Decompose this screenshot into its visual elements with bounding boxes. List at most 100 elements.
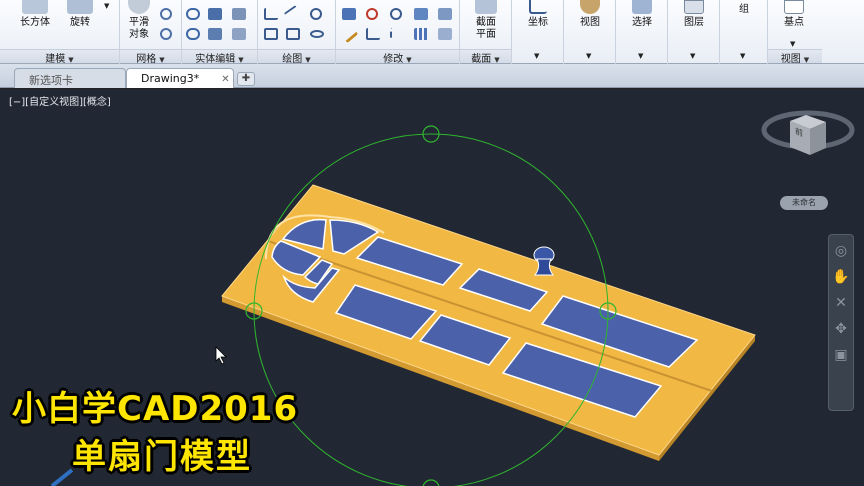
steering-wheel-icon[interactable]: ◎ xyxy=(831,241,851,261)
ucs-icon xyxy=(529,0,547,14)
move-icon[interactable] xyxy=(342,8,356,20)
view-label: 视图 xyxy=(580,17,600,28)
explode-icon[interactable] xyxy=(438,28,452,40)
navigation-bar: ◎ ✋ ✕ ✥ ▣ xyxy=(828,234,854,411)
scale-icon[interactable] xyxy=(438,8,452,20)
view-icon xyxy=(580,0,600,14)
revolve-label: 旋转 xyxy=(70,17,90,28)
wcs-menu[interactable]: 未命名 xyxy=(780,196,828,210)
rotate-icon[interactable] xyxy=(390,8,402,20)
chevron-down-icon: ▼ xyxy=(803,56,810,64)
smooth-label: 平滑 xyxy=(129,17,149,28)
panel-title-mesh[interactable]: 网格 ▼ xyxy=(120,49,181,65)
panel-section: 截面 平面 截面 ▼ xyxy=(460,0,512,65)
panel-title-modify[interactable]: 修改 ▼ xyxy=(336,49,459,65)
layers-icon xyxy=(684,0,704,14)
panel-title-solid-editing[interactable]: 实体编辑 ▼ xyxy=(182,49,257,65)
subtract-icon[interactable] xyxy=(186,28,200,40)
zoom-icon[interactable]: ✕ xyxy=(831,293,851,313)
chevron-down-icon: ▼ xyxy=(494,56,500,64)
base-point-button[interactable]: 基点 xyxy=(776,0,812,29)
coordinates-dropdown-arrow[interactable]: ▼ xyxy=(534,52,539,60)
panel-title-draw[interactable]: 绘图 ▼ xyxy=(258,49,335,65)
panel-modeling: 长方体 旋转 ▼ 建模 ▼ xyxy=(0,0,120,65)
panel-select: 选择 ▼ xyxy=(616,0,668,64)
drawing-viewport[interactable]: [−][自定义视图][概念] 前 未命名 ◎ ✋ ✕ ✥ ▣ 小白学CAD201… xyxy=(0,89,864,486)
box-label: 长方体 xyxy=(20,17,50,28)
showmotion-icon[interactable]: ▣ xyxy=(831,345,851,365)
chevron-down-icon: ▼ xyxy=(406,56,412,64)
section-label: 截面 xyxy=(476,17,496,28)
polyline-icon[interactable] xyxy=(264,8,278,20)
smooth-mesh-icon xyxy=(128,0,150,14)
object-label: 对象 xyxy=(129,29,149,40)
polygon-icon[interactable] xyxy=(264,28,278,40)
select-icon xyxy=(632,0,652,14)
line-icon[interactable] xyxy=(283,5,303,23)
shell-icon[interactable] xyxy=(208,28,222,40)
video-caption-subtitle: 单扇门模型 xyxy=(72,437,252,477)
panel-title-modeling[interactable]: 建模 ▼ xyxy=(0,49,119,65)
select-button[interactable]: 选择 xyxy=(624,0,660,29)
extract-edges-icon[interactable] xyxy=(208,8,222,20)
panel-title-section[interactable]: 截面 ▼ xyxy=(460,49,511,65)
panel-view: 基点 ▼ 视图 ▼ xyxy=(768,0,822,65)
chevron-down-icon: ▼ xyxy=(159,56,165,64)
layers-dropdown-arrow[interactable]: ▼ xyxy=(690,52,695,60)
base-point-label: 基点 xyxy=(784,17,804,28)
section-plane-button[interactable]: 截面 平面 xyxy=(468,0,504,41)
panel-title-view[interactable]: 视图 ▼ xyxy=(768,49,822,65)
video-caption-title: 小白学CAD2016 xyxy=(12,389,299,429)
pan-icon[interactable]: ✋ xyxy=(831,267,851,287)
slice-icon[interactable] xyxy=(232,8,246,20)
edit-icon[interactable] xyxy=(339,24,359,44)
align-icon[interactable] xyxy=(366,28,380,40)
select-dropdown-arrow[interactable]: ▼ xyxy=(638,52,643,60)
mirror-icon[interactable] xyxy=(390,28,404,40)
close-icon[interactable]: ✕ xyxy=(221,74,229,85)
group-dropdown-arrow[interactable]: ▼ xyxy=(740,52,745,60)
orbit-icon[interactable]: ✥ xyxy=(831,319,851,339)
view-dropdown-arrow[interactable]: ▼ xyxy=(586,52,591,60)
3d-rotate-icon[interactable] xyxy=(366,8,378,20)
panel-layers: 图层 ▼ xyxy=(668,0,720,64)
ellipse-icon[interactable] xyxy=(310,30,324,38)
rectangle-icon[interactable] xyxy=(286,28,300,40)
layers-button[interactable]: 图层 xyxy=(676,0,712,29)
mesh-tool-icon[interactable] xyxy=(160,8,172,20)
revolve-icon xyxy=(67,0,93,14)
interfere-icon[interactable] xyxy=(232,28,246,40)
plane-label: 平面 xyxy=(476,29,496,40)
smooth-object-button[interactable]: 平滑 对象 xyxy=(124,0,154,41)
panel-view-btn: 视图 ▼ xyxy=(564,0,616,64)
chevron-down-icon: ▼ xyxy=(238,56,244,64)
chevron-down-icon: ▼ xyxy=(68,56,74,64)
panel-solid-editing: 实体编辑 ▼ xyxy=(182,0,258,65)
tab-drawing3[interactable]: Drawing3* ✕ xyxy=(126,68,234,88)
modeling-more-arrow[interactable]: ▼ xyxy=(104,2,109,10)
array-icon[interactable] xyxy=(414,28,428,40)
coordinates-label: 坐标 xyxy=(528,17,548,28)
group-button[interactable]: 组 xyxy=(726,4,762,16)
ribbon: 长方体 旋转 ▼ 建模 ▼ 平滑 对象 网格 ▼ 实体编辑 ▼ 绘图 ▼ 修改 … xyxy=(0,0,864,65)
group-label: 组 xyxy=(739,4,749,15)
panel-group: 组 ▼ xyxy=(720,0,768,64)
panel-draw: 绘图 ▼ xyxy=(258,0,336,65)
mesh-refine-icon[interactable] xyxy=(160,28,172,40)
tab-drawing3-label: Drawing3* xyxy=(141,72,200,85)
select-label: 选择 xyxy=(632,17,652,28)
gizmo-grip-bottom[interactable] xyxy=(422,479,440,486)
view-button[interactable]: 视图 xyxy=(572,0,608,29)
revolve-button[interactable]: 旋转 xyxy=(60,0,100,29)
union-icon[interactable] xyxy=(186,8,200,20)
file-tabs: 新选项卡 Drawing3* ✕ ✚ xyxy=(0,64,864,88)
copy-icon[interactable] xyxy=(414,8,428,20)
add-tab-button[interactable]: ✚ xyxy=(237,72,255,86)
chevron-down-icon: ▼ xyxy=(305,56,311,64)
coordinates-button[interactable]: 坐标 xyxy=(520,0,556,29)
base-point-icon xyxy=(784,0,804,14)
box-button[interactable]: 长方体 xyxy=(12,0,58,29)
circle-icon[interactable] xyxy=(310,8,322,20)
base-point-dropdown-arrow[interactable]: ▼ xyxy=(790,40,795,48)
tab-new[interactable]: 新选项卡 xyxy=(14,68,126,88)
